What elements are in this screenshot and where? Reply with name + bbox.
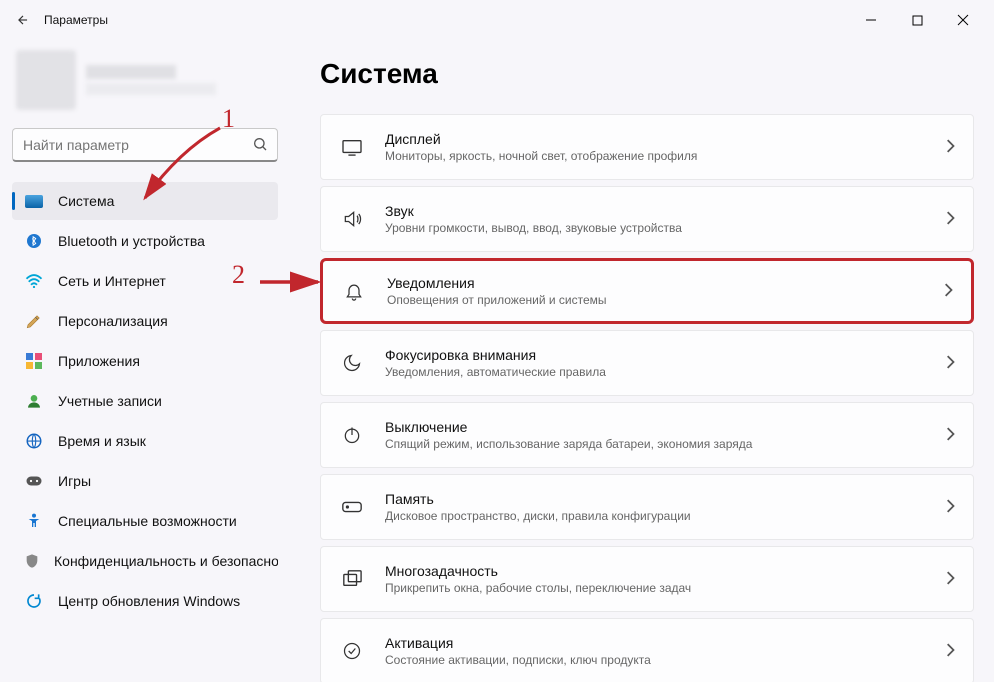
sidebar-item-accessibility[interactable]: Специальные возможности: [12, 502, 278, 540]
chevron-right-icon: [945, 499, 955, 516]
card-title: Звук: [385, 203, 682, 219]
card-notifications[interactable]: Уведомления Оповещения от приложений и с…: [320, 258, 974, 324]
sidebar-item-system[interactable]: Система: [12, 182, 278, 220]
shield-icon: [24, 551, 40, 571]
card-focus-assist[interactable]: Фокусировка внимания Уведомления, автома…: [320, 330, 974, 396]
sidebar-item-accounts[interactable]: Учетные записи: [12, 382, 278, 420]
maximize-button[interactable]: [894, 0, 940, 40]
sidebar-item-network[interactable]: Сеть и Интернет: [12, 262, 278, 300]
chevron-right-icon: [945, 139, 955, 156]
sidebar-item-label: Специальные возможности: [58, 513, 237, 529]
sidebar-item-label: Приложения: [58, 353, 140, 369]
window-controls: [848, 0, 986, 40]
sidebar-item-label: Учетные записи: [58, 393, 162, 409]
card-multitasking[interactable]: Многозадачность Прикрепить окна, рабочие…: [320, 546, 974, 612]
card-title: Многозадачность: [385, 563, 691, 579]
brush-icon: [24, 311, 44, 331]
card-activation[interactable]: Активация Состояние активации, подписки,…: [320, 618, 974, 682]
sidebar-item-label: Центр обновления Windows: [58, 593, 240, 609]
bell-icon: [341, 278, 367, 304]
chevron-right-icon: [943, 283, 953, 300]
sidebar-item-apps[interactable]: Приложения: [12, 342, 278, 380]
chevron-right-icon: [945, 643, 955, 660]
card-title: Выключение: [385, 419, 752, 435]
card-title: Фокусировка внимания: [385, 347, 606, 363]
card-power[interactable]: Выключение Спящий режим, использование з…: [320, 402, 974, 468]
sidebar-item-label: Время и язык: [58, 433, 146, 449]
sidebar-item-games[interactable]: Игры: [12, 462, 278, 500]
power-icon: [339, 422, 365, 448]
person-icon: [24, 391, 44, 411]
avatar: [16, 50, 76, 110]
wifi-icon: [24, 271, 44, 291]
sidebar-item-label: Персонализация: [58, 313, 168, 329]
chevron-right-icon: [945, 571, 955, 588]
chevron-right-icon: [945, 211, 955, 228]
sidebar-item-windows-update[interactable]: Центр обновления Windows: [12, 582, 278, 620]
search-icon: [252, 136, 268, 157]
card-subtitle: Прикрепить окна, рабочие столы, переключ…: [385, 581, 691, 595]
card-subtitle: Уведомления, автоматические правила: [385, 365, 606, 379]
moon-icon: [339, 350, 365, 376]
sidebar-item-personalization[interactable]: Персонализация: [12, 302, 278, 340]
sidebar-item-time-language[interactable]: Время и язык: [12, 422, 278, 460]
card-subtitle: Состояние активации, подписки, ключ прод…: [385, 653, 651, 667]
sidebar-nav: Система Bluetooth и устройства Сеть и Ин…: [12, 182, 278, 620]
card-title: Активация: [385, 635, 651, 651]
chevron-right-icon: [945, 355, 955, 372]
accessibility-icon: [24, 511, 44, 531]
sidebar-item-label: Игры: [58, 473, 91, 489]
card-subtitle: Спящий режим, использование заряда батар…: [385, 437, 752, 451]
main-panel: Система Дисплей Мониторы, яркость, ночно…: [290, 40, 994, 682]
apps-icon: [24, 351, 44, 371]
card-display[interactable]: Дисплей Мониторы, яркость, ночной свет, …: [320, 114, 974, 180]
sound-icon: [339, 206, 365, 232]
display-icon: [339, 134, 365, 160]
card-subtitle: Мониторы, яркость, ночной свет, отображе…: [385, 149, 697, 163]
check-circle-icon: [339, 638, 365, 664]
window-title: Параметры: [44, 13, 108, 27]
card-subtitle: Уровни громкости, вывод, ввод, звуковые …: [385, 221, 682, 235]
chevron-right-icon: [945, 427, 955, 444]
card-subtitle: Дисковое пространство, диски, правила ко…: [385, 509, 691, 523]
sidebar-item-label: Система: [58, 193, 114, 209]
sidebar-item-label: Сеть и Интернет: [58, 273, 166, 289]
close-button[interactable]: [940, 0, 986, 40]
title-bar: Параметры: [0, 0, 994, 40]
back-button[interactable]: [8, 5, 38, 35]
storage-icon: [339, 494, 365, 520]
card-title: Дисплей: [385, 131, 697, 147]
settings-card-list: Дисплей Мониторы, яркость, ночной свет, …: [320, 114, 974, 682]
search-input[interactable]: [12, 128, 278, 162]
sidebar-item-bluetooth[interactable]: Bluetooth и устройства: [12, 222, 278, 260]
update-icon: [24, 591, 44, 611]
card-title: Память: [385, 491, 691, 507]
card-sound[interactable]: Звук Уровни громкости, вывод, ввод, звук…: [320, 186, 974, 252]
profile-block[interactable]: [12, 50, 278, 110]
gamepad-icon: [24, 471, 44, 491]
sidebar: Система Bluetooth и устройства Сеть и Ин…: [0, 40, 290, 682]
minimize-button[interactable]: [848, 0, 894, 40]
card-title: Уведомления: [387, 275, 607, 291]
card-storage[interactable]: Память Дисковое пространство, диски, пра…: [320, 474, 974, 540]
search-wrap: [12, 128, 278, 162]
multitask-icon: [339, 566, 365, 592]
sidebar-item-privacy[interactable]: Конфиденциальность и безопасность: [12, 542, 278, 580]
profile-info: [86, 65, 216, 95]
sidebar-item-label: Bluetooth и устройства: [58, 233, 205, 249]
system-icon: [24, 191, 44, 211]
globe-clock-icon: [24, 431, 44, 451]
card-subtitle: Оповещения от приложений и системы: [387, 293, 607, 307]
bluetooth-icon: [24, 231, 44, 251]
page-title: Система: [320, 58, 974, 90]
sidebar-item-label: Конфиденциальность и безопасность: [54, 553, 278, 569]
